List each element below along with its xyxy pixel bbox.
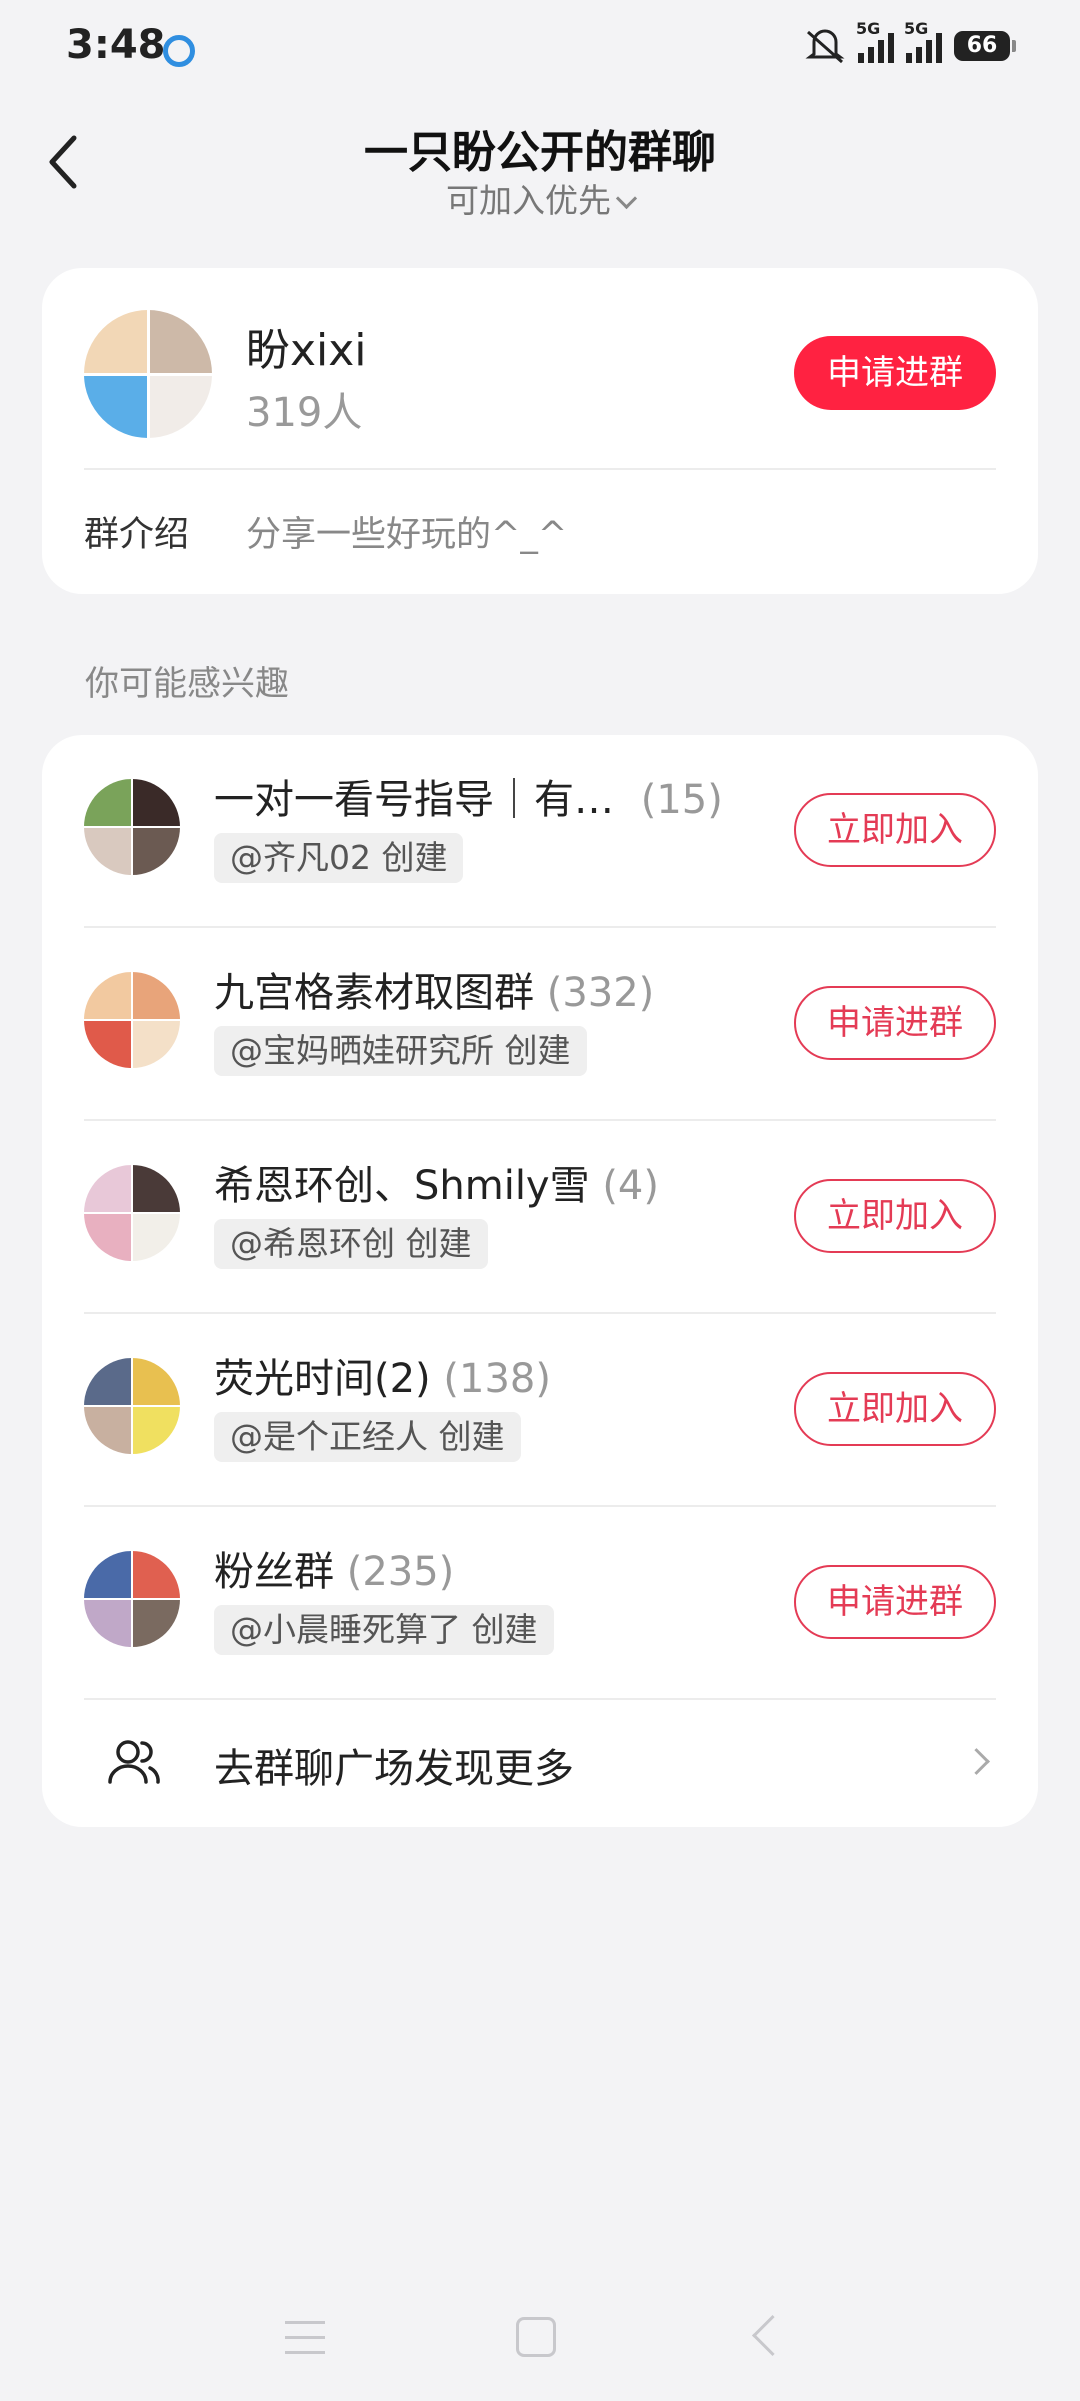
chevron-down-icon <box>615 187 638 210</box>
group-name: 希恩环创、Shmily雪 <box>214 1163 590 1209</box>
group-name: 荧光时间(2) <box>214 1356 431 1402</box>
group-avatar <box>84 972 180 1068</box>
join-now-button[interactable]: 立即加入 <box>794 793 996 867</box>
group-avatar <box>84 310 212 438</box>
chevron-right-icon <box>963 1748 990 1775</box>
list-item[interactable]: 希恩环创、Shmily雪 (4) @希恩环创 创建 立即加入 <box>42 1121 1038 1314</box>
status-icons: 5G 5G 66 <box>804 19 1016 64</box>
apply-join-button[interactable]: 申请进群 <box>794 336 996 410</box>
group-title: 九宫格素材取图群 (332) <box>214 960 654 1018</box>
status-bar: 3:48 5G 5G 66 <box>0 0 1080 96</box>
group-avatar <box>84 1551 180 1647</box>
creator-tag: @宝妈晒娃研究所 创建 <box>214 1026 587 1076</box>
group-info-card: 盼xixi 319人 申请进群 群介绍 分享一些好玩的^_^ <box>42 268 1038 594</box>
recommended-groups-card: 一对一看号指导｜有… (15) @齐凡02 创建 立即加入 九宫格素材取图群 (… <box>42 735 1038 1827</box>
divider <box>84 468 996 470</box>
group-intro-label: 群介绍 <box>84 515 190 555</box>
group-users-icon <box>108 1740 160 1784</box>
list-item[interactable]: 一对一看号指导｜有… (15) @齐凡02 创建 立即加入 <box>42 735 1038 928</box>
apply-join-button[interactable]: 申请进群 <box>794 1565 996 1639</box>
recent-apps-icon[interactable] <box>285 2321 325 2357</box>
group-name: 九宫格素材取图群 <box>214 970 534 1016</box>
group-title: 希恩环创、Shmily雪 (4) <box>214 1153 659 1211</box>
group-title: 一对一看号指导｜有… (15) <box>214 767 723 825</box>
group-name: 盼xixi <box>246 325 367 376</box>
mute-vibrate-icon <box>805 29 845 64</box>
sort-filter-dropdown[interactable]: 可加入优先 <box>0 174 1080 222</box>
home-icon[interactable] <box>516 2317 556 2357</box>
list-item[interactable]: 粉丝群 (235) @小晨睡死算了 创建 申请进群 <box>42 1507 1038 1700</box>
join-now-button[interactable]: 立即加入 <box>794 1179 996 1253</box>
discover-more-link[interactable]: 去群聊广场发现更多 <box>42 1700 1038 1827</box>
group-count: (4) <box>602 1163 659 1209</box>
group-title: 粉丝群 (235) <box>214 1539 454 1597</box>
section-title: 你可能感兴趣 <box>85 664 289 704</box>
network-type-2: 5G <box>904 19 929 38</box>
group-count: (332) <box>546 970 655 1016</box>
apply-join-button[interactable]: 申请进群 <box>794 986 996 1060</box>
group-name: 粉丝群 <box>214 1549 334 1595</box>
nav-back-icon[interactable] <box>751 2314 794 2357</box>
group-title: 荧光时间(2) (138) <box>214 1346 551 1404</box>
group-avatar <box>84 1165 180 1261</box>
group-member-count: 319人 <box>246 390 363 436</box>
signal-icon-1: 5G <box>856 19 894 63</box>
list-item[interactable]: 九宫格素材取图群 (332) @宝妈晒娃研究所 创建 申请进群 <box>42 928 1038 1121</box>
creator-tag: @是个正经人 创建 <box>214 1412 521 1462</box>
sort-filter-label: 可加入优先 <box>446 181 611 220</box>
page-title: 一只盼公开的群聊 <box>364 127 716 178</box>
signal-icon-2: 5G <box>904 19 942 63</box>
group-intro-text: 分享一些好玩的^_^ <box>246 515 568 555</box>
join-now-button[interactable]: 立即加入 <box>794 1372 996 1446</box>
status-time: 3:48 <box>66 22 166 68</box>
page-header: 一只盼公开的群聊 可加入优先 <box>0 110 1080 220</box>
system-nav-bar <box>0 2281 1080 2401</box>
group-avatar <box>84 779 180 875</box>
app-notification-icon <box>163 35 195 67</box>
creator-tag: @希恩环创 创建 <box>214 1219 488 1269</box>
group-count: (235) <box>346 1549 455 1595</box>
battery-icon: 66 <box>954 31 1016 61</box>
network-type-1: 5G <box>856 19 881 38</box>
list-item[interactable]: 荧光时间(2) (138) @是个正经人 创建 立即加入 <box>42 1314 1038 1507</box>
creator-tag: @小晨睡死算了 创建 <box>214 1605 554 1655</box>
group-count: (138) <box>443 1356 551 1402</box>
group-count: (15) <box>640 777 723 823</box>
discover-more-label: 去群聊广场发现更多 <box>214 1746 574 1792</box>
group-name: 一对一看号指导｜有… <box>214 777 614 823</box>
group-avatar <box>84 1358 180 1454</box>
creator-tag: @齐凡02 创建 <box>214 833 464 883</box>
